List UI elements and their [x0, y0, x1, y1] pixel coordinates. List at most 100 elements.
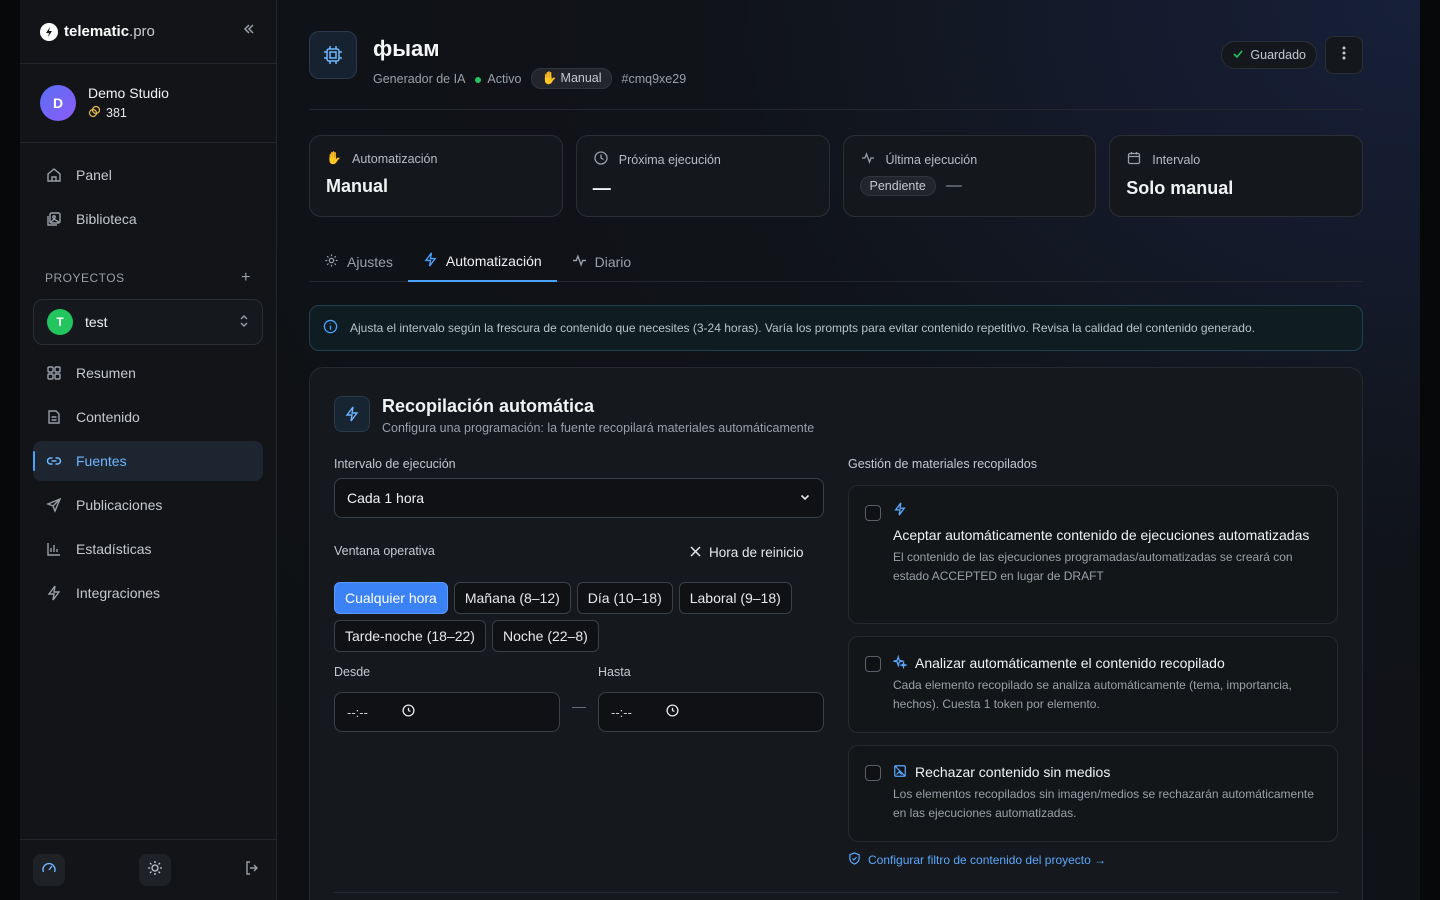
auto-analyze-desc: Cada elemento recopilado se analiza auto…	[893, 678, 1292, 711]
info-icon	[323, 319, 338, 337]
stat-label-interval: Intervalo	[1126, 151, 1346, 168]
tab-ajustes[interactable]: Ajustes	[309, 241, 408, 282]
nav-label-estadisticas: Estadísticas	[76, 541, 152, 557]
app-logo[interactable]: telematic .pro	[40, 22, 155, 41]
sidebar-header: telematic .pro	[20, 0, 276, 64]
to-time-input[interactable]: --:--	[598, 692, 824, 732]
logo-mark-icon	[40, 22, 58, 41]
grid-icon	[45, 364, 63, 382]
main-content: фыам Generador de IA Activo ✋ Manual #cm…	[277, 0, 1420, 900]
send-icon	[45, 496, 63, 514]
projects-heading: PROYECTOS +	[20, 265, 276, 291]
more-options-button[interactable]	[1325, 36, 1363, 74]
source-type: Generador de IA	[373, 71, 466, 86]
sun-icon	[147, 860, 163, 881]
stat-label-next-run: Próxima ejecución	[593, 151, 813, 168]
home-icon	[45, 166, 63, 184]
logout-icon[interactable]	[244, 860, 260, 881]
token-balance: 381	[88, 105, 169, 121]
materials-label: Gestión de materiales recopilados	[848, 457, 1037, 471]
tab-diario[interactable]: Diario	[557, 241, 647, 282]
stat-label-automation-text: Automatización	[352, 151, 438, 166]
panel-title: Recopilación automática	[382, 396, 595, 416]
from-time-placeholder: --:--	[347, 704, 368, 720]
reset-time-button[interactable]: Hora de reinicio	[690, 545, 804, 560]
nav-item-integraciones[interactable]: Integraciones	[33, 573, 263, 613]
activity-icon	[860, 151, 876, 168]
hand-icon: ✋	[541, 71, 558, 85]
content-filter-link[interactable]: Configurar filtro de contenido del proye…	[848, 852, 1106, 868]
pending-badge: Pendiente	[859, 176, 936, 196]
clock-icon	[402, 704, 415, 720]
nav-item-fuentes[interactable]: Fuentes	[33, 441, 263, 481]
coins-icon	[88, 105, 101, 121]
sidebar-footer	[20, 839, 276, 900]
more-vertical-icon	[1342, 45, 1346, 66]
option-card-auto-analyze: Analizar automáticamente el contenido re…	[848, 636, 1338, 733]
window-frame-left	[0, 0, 20, 900]
nav-item-publicaciones[interactable]: Publicaciones	[33, 485, 263, 525]
tab-diario-label: Diario	[594, 253, 632, 270]
time-window-chips: Cualquier hora Mañana (8–12) Día (10–18)…	[334, 582, 824, 652]
collapse-sidebar-icon[interactable]	[242, 22, 256, 41]
panel-subtitle: Configura una programación: la fuente re…	[382, 421, 815, 435]
stat-card-next-run: Próxima ejecución —	[575, 135, 830, 217]
chip-day[interactable]: Día (10–18)	[576, 582, 673, 614]
nav-label-contenido: Contenido	[76, 409, 140, 425]
auto-analyze-title: Analizar automáticamente el contenido re…	[915, 655, 1225, 671]
nav-item-resumen[interactable]: Resumen	[33, 353, 263, 393]
image-off-icon	[893, 764, 907, 781]
auto-accept-checkbox[interactable]	[865, 505, 881, 521]
gauge-icon	[41, 860, 57, 881]
stat-value-automation: Manual	[326, 176, 389, 196]
saved-status-text: Guardado	[1250, 48, 1306, 62]
page-header: фыам Generador de IA Activo ✋ Manual #cm…	[309, 30, 1363, 110]
nav-item-estadisticas[interactable]: Estadísticas	[33, 529, 263, 569]
project-selector[interactable]: T test	[33, 299, 263, 345]
clock-icon	[666, 704, 679, 720]
status-indicator: Activo	[475, 72, 521, 86]
chip-morning[interactable]: Mañana (8–12)	[453, 582, 571, 614]
bolt-icon	[423, 252, 438, 270]
bolt-icon	[45, 584, 63, 602]
reject-no-media-title: Rechazar contenido sin medios	[915, 764, 1111, 780]
library-icon	[45, 210, 63, 228]
stat-value-interval: Solo manual	[1126, 178, 1234, 198]
reject-no-media-checkbox[interactable]	[865, 765, 881, 781]
calendar-icon	[1126, 151, 1142, 168]
stat-label-last-run: Última ejecución	[860, 151, 1080, 168]
nav-item-panel[interactable]: Panel	[33, 155, 263, 195]
chip-icon	[309, 31, 357, 79]
logo-suffix: .pro	[129, 23, 155, 40]
chip-workday[interactable]: Laboral (9–18)	[678, 582, 792, 614]
bolt-icon	[334, 396, 370, 432]
theme-toggle-button[interactable]	[138, 854, 171, 886]
add-project-icon[interactable]: +	[241, 269, 251, 287]
auto-accept-desc: El contenido de las ejecuciones programa…	[893, 550, 1293, 583]
gear-icon	[324, 253, 339, 271]
logo-text: telematic	[64, 23, 130, 40]
tab-automatizacion[interactable]: Automatización	[407, 241, 557, 282]
tab-ajustes-label: Ajustes	[347, 253, 393, 270]
stat-card-last-run: Última ejecución Pendiente —	[842, 135, 1097, 217]
nav-item-contenido[interactable]: Contenido	[33, 397, 263, 437]
to-time-placeholder: --:--	[611, 704, 632, 720]
nav-item-library[interactable]: Biblioteca	[33, 199, 263, 239]
status-text: Activo	[487, 71, 522, 86]
chip-evening[interactable]: Tarde-noche (18–22)	[334, 620, 486, 652]
info-banner: Ajusta el intervalo según la frescura de…	[309, 305, 1363, 351]
chip-any-time[interactable]: Cualquier hora	[334, 582, 448, 614]
studio-switcher[interactable]: D Demo Studio 381	[20, 64, 276, 143]
auto-analyze-checkbox[interactable]	[865, 656, 881, 672]
gauge-button[interactable]	[33, 854, 65, 886]
last-run-time: —	[945, 177, 962, 194]
nav-label-publicaciones: Publicaciones	[76, 497, 163, 513]
chip-night[interactable]: Noche (22–8)	[491, 620, 599, 652]
interval-select[interactable]: Cada 1 hora	[334, 478, 824, 518]
stat-card-automation: ✋ Automatización Manual	[309, 135, 563, 217]
stat-label-next-run-text: Próxima ejecución	[618, 152, 721, 167]
stat-label-last-run-text: Última ejecución	[885, 152, 978, 167]
studio-avatar: D	[40, 85, 76, 121]
nav-label-integraciones: Integraciones	[76, 585, 161, 601]
from-time-input[interactable]: --:--	[334, 692, 560, 732]
